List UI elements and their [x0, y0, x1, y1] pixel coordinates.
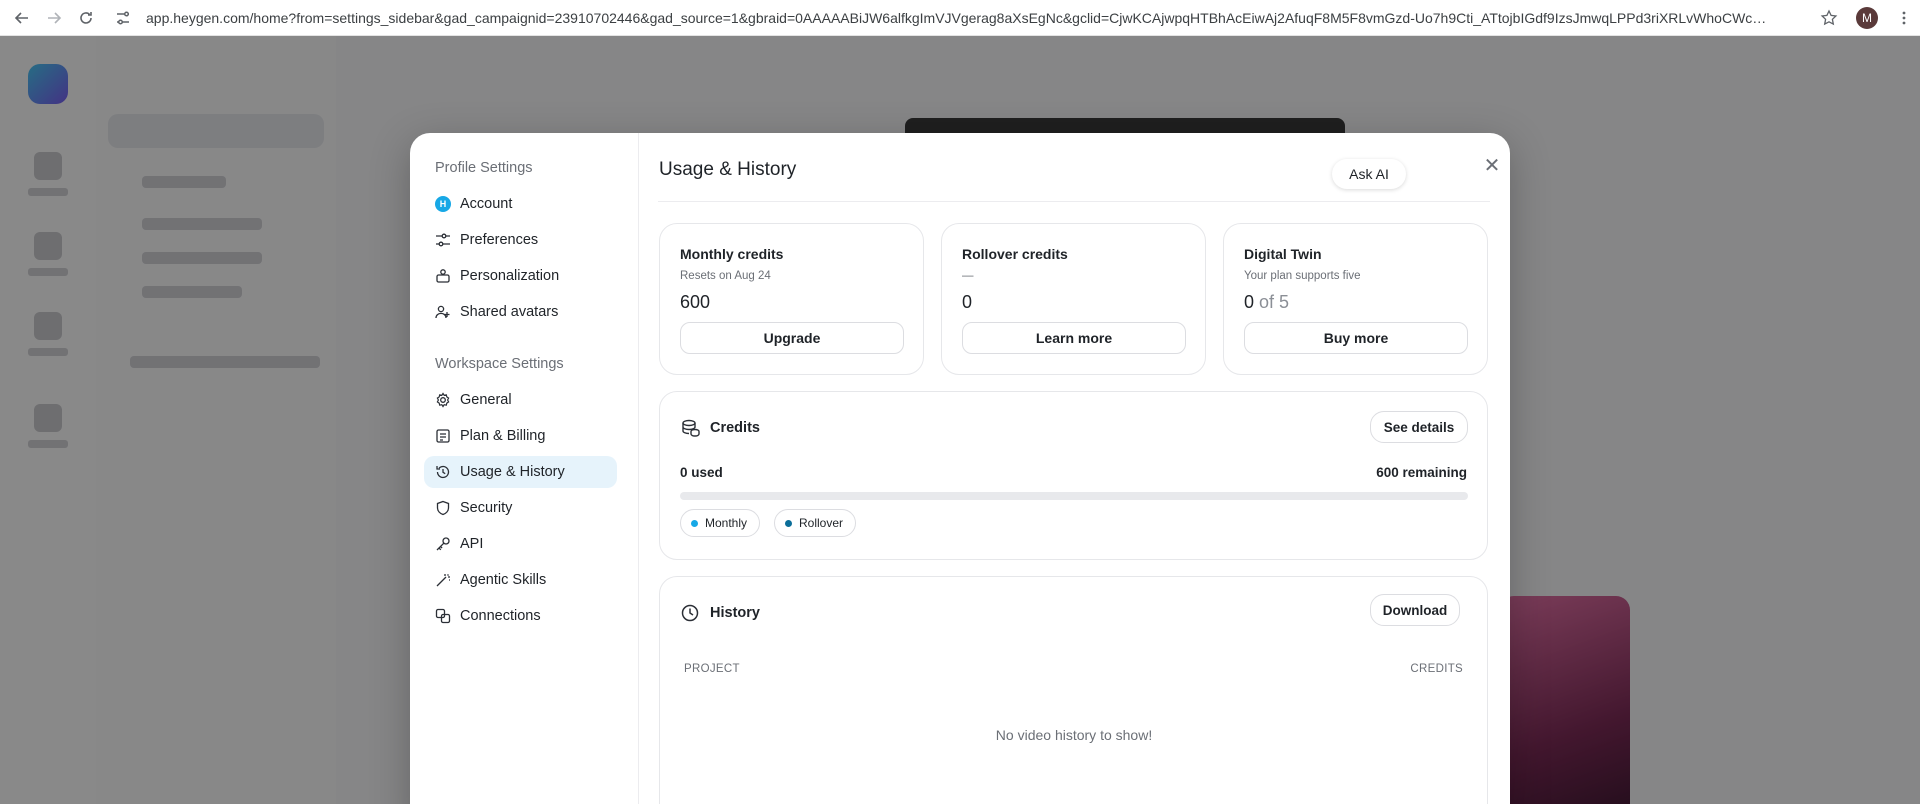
- sidebar-item-label: Agentic Skills: [460, 572, 547, 588]
- rollover-dot-icon: [785, 519, 792, 527]
- card-title: Digital Twin: [1244, 246, 1322, 262]
- wand-icon: [434, 571, 452, 589]
- key-icon: [434, 535, 452, 553]
- sidebar-item-api[interactable]: API: [424, 528, 617, 560]
- buy-more-button[interactable]: Buy more: [1244, 322, 1468, 354]
- learn-more-button[interactable]: Learn more: [962, 322, 1186, 354]
- sidebar-item-agentic-skills[interactable]: Agentic Skills: [424, 564, 617, 596]
- more-menu-icon[interactable]: [1896, 10, 1912, 26]
- card-subtitle: —: [962, 270, 974, 282]
- close-icon[interactable]: ✕: [1481, 154, 1503, 177]
- account-avatar-icon: H: [434, 195, 452, 213]
- credits-card: Credits See details 0 used 600 remaining…: [659, 391, 1488, 560]
- address-bar[interactable]: app.heygen.com/home?from=settings_sideba…: [114, 3, 1800, 32]
- upgrade-button[interactable]: Upgrade: [680, 322, 904, 354]
- card-value: 0 of 5: [1244, 292, 1289, 313]
- settings-modal: Profile Settings H Account Preferences P…: [410, 133, 1510, 804]
- see-details-button[interactable]: See details: [1370, 411, 1468, 443]
- ask-ai-button[interactable]: Ask AI: [1332, 159, 1406, 189]
- workspace-settings-heading: Workspace Settings: [435, 356, 564, 372]
- shared-users-icon: [434, 303, 452, 321]
- card-title: Rollover credits: [962, 246, 1068, 262]
- history-card: History Download PROJECT CREDITS No vide…: [659, 576, 1488, 804]
- sidebar-item-preferences[interactable]: Preferences: [424, 224, 617, 256]
- twin-limit: of 5: [1259, 292, 1290, 312]
- column-credits: CREDITS: [1410, 663, 1463, 675]
- credits-heading: Credits: [680, 418, 760, 438]
- forward-arrow-icon[interactable]: [44, 8, 64, 28]
- card-subtitle: Resets on Aug 24: [680, 270, 771, 282]
- sidebar-item-shared-avatars[interactable]: Shared avatars: [424, 296, 617, 328]
- digital-twin-card: Digital Twin Your plan supports five 0 o…: [1223, 223, 1488, 375]
- history-heading: History: [680, 603, 760, 623]
- sidebar-item-label: Usage & History: [460, 464, 565, 480]
- link-icon: [434, 607, 452, 625]
- profile-settings-heading: Profile Settings: [435, 160, 533, 176]
- sidebar-item-label: Shared avatars: [460, 304, 559, 320]
- reload-icon[interactable]: [76, 8, 96, 28]
- rollover-credits-card: Rollover credits — 0 Learn more: [941, 223, 1206, 375]
- credits-progress-bar: [680, 492, 1468, 500]
- sidebar-item-label: API: [460, 536, 484, 552]
- monthly-dot-icon: [691, 519, 698, 527]
- shield-icon: [434, 499, 452, 517]
- sidebar-item-personalization[interactable]: Personalization: [424, 260, 617, 292]
- sidebar-item-label: General: [460, 392, 512, 408]
- twin-count: 0: [1244, 292, 1255, 312]
- header-divider: [658, 201, 1490, 202]
- monthly-credits-card: Monthly credits Resets on Aug 24 600 Upg…: [659, 223, 924, 375]
- credits-remaining: 600 remaining: [1376, 465, 1467, 480]
- download-button[interactable]: Download: [1370, 594, 1460, 626]
- sidebar-item-label: Plan & Billing: [460, 428, 546, 444]
- sidebar-item-label: Connections: [460, 608, 541, 624]
- sidebar-item-general[interactable]: General: [424, 384, 617, 416]
- legend-monthly: Monthly: [680, 509, 761, 537]
- url-text: app.heygen.com/home?from=settings_sideba…: [146, 9, 1774, 26]
- sidebar-item-label: Account: [460, 196, 513, 212]
- clock-icon: [680, 603, 700, 623]
- legend-label: Rollover: [799, 516, 844, 530]
- sliders-icon: [434, 231, 452, 249]
- sidebar-item-account[interactable]: H Account: [424, 188, 617, 220]
- sidebar-item-usage-history[interactable]: Usage & History: [424, 456, 617, 488]
- browser-toolbar: app.heygen.com/home?from=settings_sideba…: [0, 0, 1920, 36]
- empty-history-message: No video history to show!: [995, 727, 1153, 743]
- history-title: History: [710, 605, 760, 621]
- sidebar-item-security[interactable]: Security: [424, 492, 617, 524]
- card-value: 600: [680, 292, 711, 312]
- sidebar-item-connections[interactable]: Connections: [424, 600, 617, 632]
- page-title: Usage & History: [659, 159, 797, 180]
- settings-main: Usage & History Ask AI Monthly credits R…: [640, 133, 1510, 804]
- card-subtitle: Your plan supports five: [1244, 270, 1361, 282]
- sidebar-item-label: Personalization: [460, 268, 560, 284]
- legend-label: Monthly: [705, 516, 748, 530]
- profile-avatar[interactable]: M: [1856, 6, 1878, 29]
- bookmark-star-icon[interactable]: [1820, 8, 1838, 27]
- credits-used: 0 used: [680, 465, 723, 480]
- settings-sidebar: Profile Settings H Account Preferences P…: [410, 133, 639, 804]
- card-title: Monthly credits: [680, 246, 784, 262]
- card-value: 0: [962, 292, 973, 312]
- site-settings-icon[interactable]: [114, 9, 132, 27]
- sidebar-item-label: Preferences: [460, 232, 539, 248]
- receipt-icon: [434, 427, 452, 445]
- column-project: PROJECT: [684, 663, 740, 675]
- credits-title: Credits: [710, 420, 760, 436]
- coins-stack-icon: [680, 418, 700, 438]
- legend-rollover: Rollover: [774, 509, 857, 537]
- gear-icon: [434, 391, 452, 409]
- sidebar-item-label: Security: [460, 500, 513, 516]
- sidebar-item-plan-billing[interactable]: Plan & Billing: [424, 420, 617, 452]
- personalization-icon: [434, 267, 452, 285]
- back-arrow-icon[interactable]: [12, 8, 32, 28]
- history-icon: [434, 463, 452, 481]
